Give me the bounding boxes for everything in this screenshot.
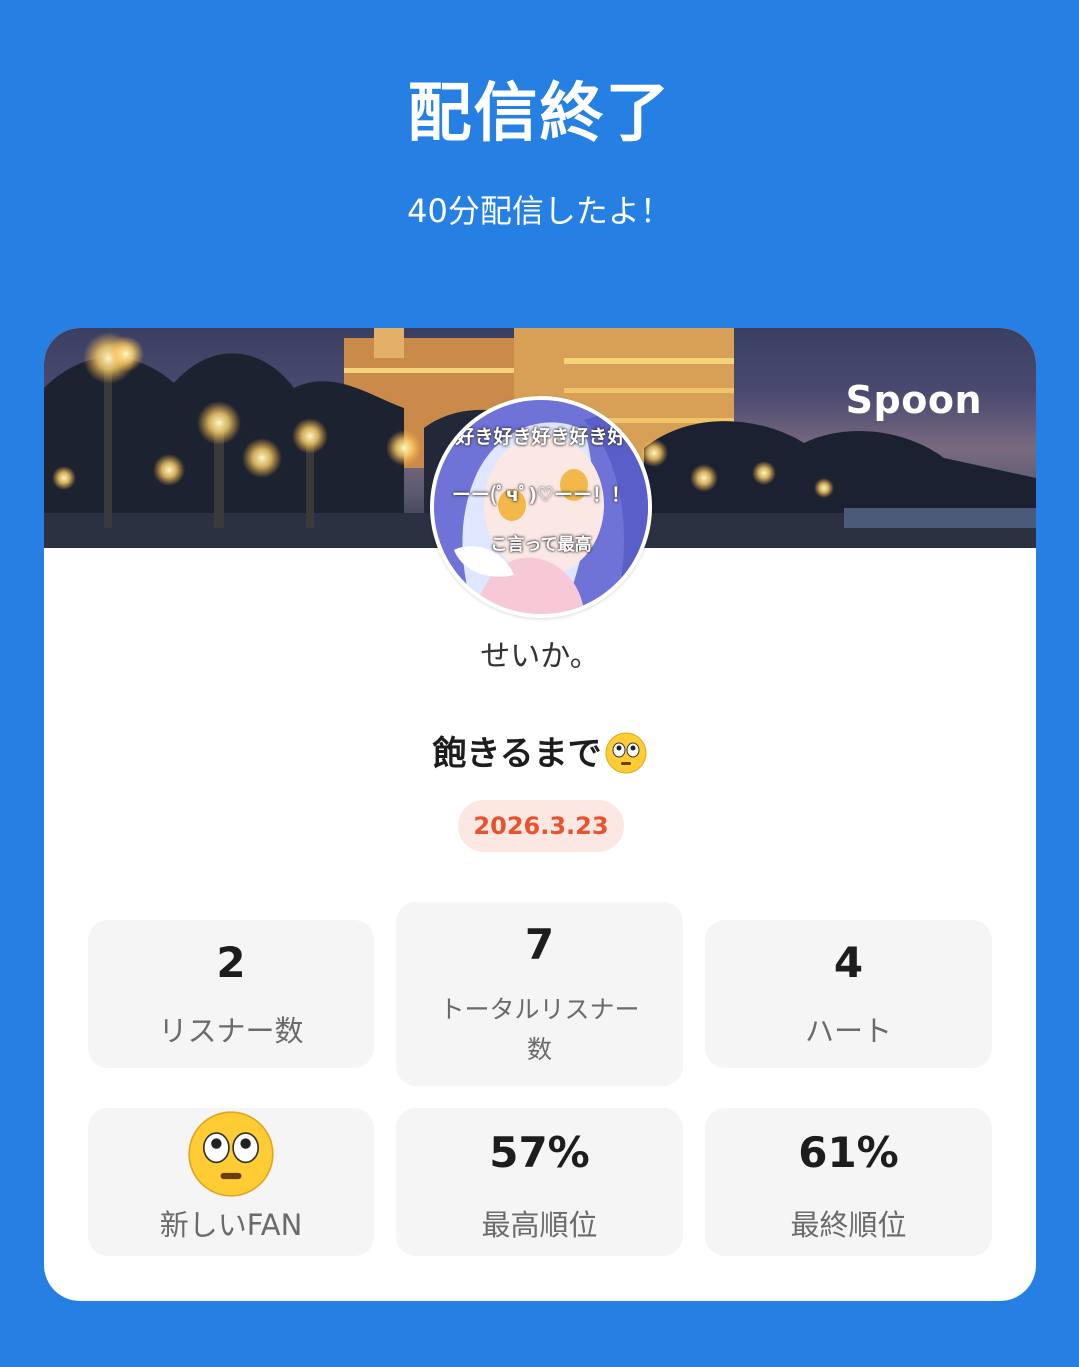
avatar[interactable]: 好き好き好き好き好 ーー(ﾟчﾟ)♡ーー！！ こ言って最高 bbox=[430, 396, 652, 618]
stat-highest-rank: 57% 最高順位 bbox=[396, 1108, 683, 1256]
stat-label-line: 数 bbox=[526, 1035, 552, 1064]
broadcast-summary-card: Spoon 好き好き好き好き好 ーー(ﾟчﾟ)♡ーー！！ こ言って最高 せいか。… bbox=[44, 328, 1036, 1301]
stat-value: 61% bbox=[798, 1128, 899, 1177]
stat-label: 最終順位 bbox=[790, 1208, 907, 1242]
stat-label: ハート bbox=[804, 1014, 892, 1048]
broadcast-title-text: 飽きるまで bbox=[432, 734, 602, 774]
broadcast-date-badge: 2026.3.23 bbox=[458, 800, 624, 852]
broadcast-duration-text: 40分配信したよ！ bbox=[407, 192, 672, 230]
avatar-text-line: 好き好き好き好き好 bbox=[455, 426, 627, 448]
stat-listeners: 2 リスナー数 bbox=[88, 920, 374, 1068]
stat-label-line: トータルリスナー bbox=[439, 995, 640, 1024]
stat-label: 最高順位 bbox=[481, 1208, 598, 1242]
flushed-face-icon bbox=[605, 732, 647, 774]
stat-label: トータルリスナー 数 bbox=[396, 990, 683, 1070]
username: せいか。 bbox=[480, 639, 600, 674]
stat-total-listeners: 7 トータルリスナー 数 bbox=[396, 902, 683, 1086]
stat-label: 新しいFAN bbox=[159, 1208, 303, 1242]
stat-value: 7 bbox=[524, 920, 555, 969]
stat-value: 4 bbox=[833, 938, 864, 987]
spoon-logo: Spoon bbox=[845, 378, 982, 422]
stat-hearts: 4 ハート bbox=[705, 920, 992, 1068]
stat-value: 57% bbox=[489, 1128, 590, 1177]
avatar-text-line: ーー(ﾟчﾟ)♡ーー！！ bbox=[451, 484, 631, 506]
broadcast-title: 飽きるまで bbox=[44, 726, 1036, 775]
avatar-text-line: こ言って最高 bbox=[490, 535, 592, 555]
flushed-face-icon bbox=[188, 1111, 274, 1197]
stat-final-rank: 61% 最終順位 bbox=[705, 1108, 992, 1256]
stat-new-fans: 新しいFAN bbox=[88, 1108, 374, 1256]
page-title: 配信終了 bbox=[407, 77, 672, 151]
stat-label: リスナー数 bbox=[158, 1014, 304, 1048]
stat-value: 2 bbox=[216, 938, 246, 987]
